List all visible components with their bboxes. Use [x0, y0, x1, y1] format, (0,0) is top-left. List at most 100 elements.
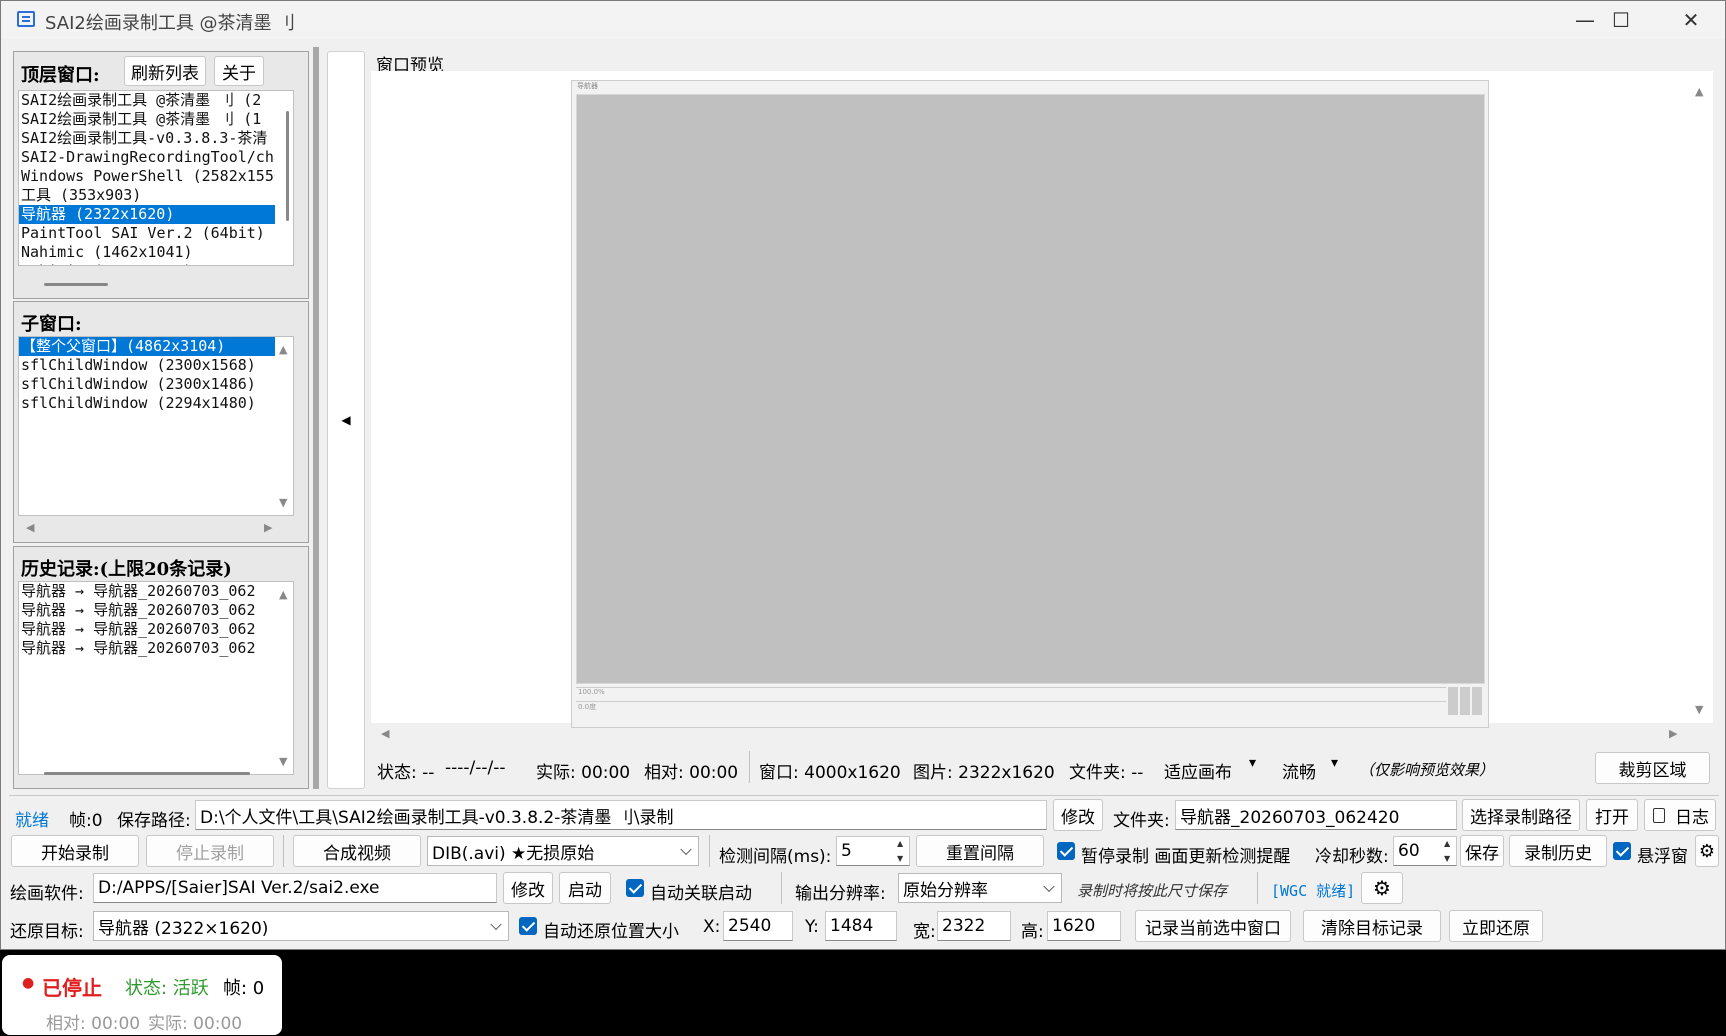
fit-mode-select[interactable]: 适应画布: [1164, 758, 1232, 783]
fit-dropdown-icon[interactable]: ▾: [1249, 755, 1256, 771]
close-button[interactable]: ✕: [1655, 1, 1726, 39]
image-size: 图片: 2322x1620: [913, 763, 1055, 783]
list-item[interactable]: PaintTool SAI Ver.2 (64bit) P: [19, 224, 293, 243]
width-field[interactable]: 2322: [937, 911, 1011, 941]
about-button[interactable]: 关于: [214, 56, 264, 86]
save-cooldown-button[interactable]: 保存: [1460, 835, 1504, 867]
x-label: X:: [703, 917, 721, 937]
restore-target-value: 导航器 (2322×1620): [98, 918, 269, 939]
folder-field[interactable]: 导航器_20260703_062420: [1175, 800, 1457, 830]
list-item[interactable]: sflChildWindow (2300x1486): [19, 375, 293, 394]
reset-interval-button[interactable]: 重置间隔: [916, 835, 1044, 867]
recording-history-button[interactable]: 录制历史: [1509, 835, 1607, 867]
log-button[interactable]: 日志: [1644, 799, 1716, 831]
wgc-status: [WGC 就绪]: [1271, 882, 1356, 900]
scroll-right-icon[interactable]: ▶: [264, 521, 272, 534]
auto-launch-checkbox[interactable]: [626, 879, 644, 897]
pause-checkbox[interactable]: [1057, 842, 1075, 860]
splitter[interactable]: [313, 47, 319, 789]
modify-software-button[interactable]: 修改: [503, 872, 553, 904]
stop-recording-button[interactable]: 停止录制: [146, 835, 274, 867]
auto-restore-checkbox[interactable]: [519, 917, 537, 935]
float-actual: 实际: 00:00: [148, 1014, 243, 1034]
list-item[interactable]: sflChildWindow (2294x1480): [19, 394, 293, 413]
smooth-mode-select[interactable]: 流畅: [1282, 758, 1316, 783]
list-item[interactable]: Windows PowerShell (2582x1550: [19, 167, 293, 186]
software-path-field[interactable]: D:/APPS/[Saier]SAI Ver.2/sai2.exe: [93, 873, 497, 903]
scroll-down-icon[interactable]: ▼: [279, 755, 287, 768]
child-windows-list[interactable]: 【整个父窗口】(4862x3104) sflChildWindow (2300x1…: [18, 336, 294, 516]
list-item[interactable]: 导航器 → 导航器_20260703_062: [19, 639, 293, 658]
child-list-scrollbar[interactable]: ▲ ▼: [275, 337, 293, 515]
list-item[interactable]: 导航器 (2322x1620): [19, 205, 293, 224]
list-item[interactable]: SAI2绘画录制工具 @茶清墨 刂 (2: [19, 91, 293, 110]
choose-path-button[interactable]: 选择录制路径: [1462, 799, 1580, 831]
spin-up-icon[interactable]: ▲: [897, 839, 907, 848]
preview-area[interactable]: 导航器 100.0% 0.0度 ▲ ▼: [371, 71, 1713, 728]
smooth-dropdown-icon[interactable]: ▾: [1331, 755, 1338, 771]
actual-time: 实际: 00:00: [536, 763, 631, 783]
restore-target-select[interactable]: 导航器 (2322×1620): [93, 911, 509, 941]
modify-path-button[interactable]: 修改: [1053, 799, 1103, 831]
list-item[interactable]: 导航器 → 导航器_20260703_062: [19, 620, 293, 639]
top-windows-label: 顶层窗口:: [21, 65, 100, 86]
scroll-up-icon[interactable]: ▲: [279, 343, 287, 356]
mini-toolbar: [1448, 687, 1484, 715]
top-windows-panel: 顶层窗口: 刷新列表 关于 SAI2绘画录制工具 @茶清墨 刂 (2 SAI2绘画…: [13, 51, 309, 299]
main-window: SAI2绘画录制工具 @茶清墨 刂 — ☐ ✕ 顶层窗口: 刷新列表 关于 SA…: [0, 0, 1726, 950]
record-window-button[interactable]: 记录当前选中窗口: [1135, 910, 1291, 942]
cooldown-field[interactable]: 60 ▲ ▼: [1393, 836, 1457, 866]
list-item[interactable]: SAI2-DrawingRecordingTool/cha: [19, 148, 293, 167]
top-windows-list[interactable]: SAI2绘画录制工具 @茶清墨 刂 (2 SAI2绘画录制工具 @茶清墨 刂 (1…: [18, 90, 294, 266]
spin-down-icon[interactable]: ▼: [897, 854, 907, 863]
float-window-checkbox[interactable]: [1613, 842, 1631, 860]
clear-target-button[interactable]: 清除目标记录: [1303, 910, 1441, 942]
maximize-button[interactable]: ☐: [1585, 1, 1657, 39]
list-item[interactable]: SAI2绘画录制工具-v0.3.8.3-茶清: [19, 129, 293, 148]
software-label: 绘画软件:: [10, 884, 84, 904]
refresh-list-button[interactable]: 刷新列表: [124, 56, 206, 86]
top-list-scrollbar[interactable]: [275, 91, 293, 265]
scroll-left-icon[interactable]: ◀: [26, 521, 34, 534]
launch-button[interactable]: 启动: [559, 872, 611, 904]
preview-scroll-down-icon[interactable]: ▼: [1695, 703, 1703, 716]
collapse-panel-button[interactable]: ◀: [327, 51, 365, 789]
y-field[interactable]: 1484: [825, 911, 897, 941]
save-path-field[interactable]: D:\个人文件\工具\SAI2绘画录制工具-v0.3.8.2-茶清墨 刂\录制: [195, 800, 1047, 830]
x-field[interactable]: 2540: [723, 911, 793, 941]
list-item[interactable]: 导航器 → 导航器_20260703_062: [19, 582, 293, 601]
compose-video-button[interactable]: 合成视频: [293, 835, 421, 867]
list-item[interactable]: 工具 (353x903): [19, 186, 293, 205]
gear-icon[interactable]: ⚙: [1695, 835, 1719, 867]
preview-scroll-right-icon[interactable]: ▶: [1669, 727, 1677, 740]
height-field[interactable]: 1620: [1047, 911, 1121, 941]
preview-scroll-up-icon[interactable]: ▲: [1695, 85, 1703, 98]
start-recording-button[interactable]: 开始录制: [11, 835, 139, 867]
settings-gear-icon[interactable]: ⚙: [1361, 872, 1403, 904]
spin-down-icon[interactable]: ▼: [1444, 854, 1454, 863]
open-button[interactable]: 打开: [1586, 799, 1638, 831]
list-item[interactable]: Nahimic (1462x1041): [19, 243, 293, 262]
list-item[interactable]: sflChildWindow (2300x1568): [19, 356, 293, 375]
interval-field[interactable]: 5 ▲ ▼: [836, 836, 910, 866]
history-list-scrollbar[interactable]: ▲ ▼: [275, 582, 293, 774]
history-list[interactable]: 导航器 → 导航器_20260703_062 导航器 → 导航器_20260703…: [18, 581, 294, 775]
top-list-hscrollbar[interactable]: [44, 283, 108, 286]
list-item[interactable]: Nahimic (1464x1052): [19, 262, 293, 265]
window-size: 窗口: 4000x1620: [759, 763, 901, 783]
list-item[interactable]: 导航器 → 导航器_20260703_062: [19, 601, 293, 620]
scroll-up-icon[interactable]: ▲: [279, 588, 287, 601]
crop-area-button[interactable]: 裁剪区域: [1595, 752, 1710, 784]
scroll-down-icon[interactable]: ▼: [279, 496, 287, 509]
resolution-select[interactable]: 原始分辨率: [898, 873, 1062, 903]
height-label: 高:: [1021, 922, 1044, 942]
float-status-window[interactable]: ● 已停止 状态: 活跃 帧: 0 相对: 00:00 实际: 00:00: [2, 955, 282, 1035]
list-item[interactable]: SAI2绘画录制工具 @茶清墨 刂 (1: [19, 110, 293, 129]
restore-now-button[interactable]: 立即还原: [1449, 910, 1543, 942]
spin-up-icon[interactable]: ▲: [1444, 839, 1454, 848]
preview-scroll-left-icon[interactable]: ◀: [381, 727, 389, 740]
preview-image: 导航器 100.0% 0.0度: [571, 80, 1489, 728]
list-item[interactable]: 【整个父窗口】(4862x3104): [19, 337, 293, 356]
format-select[interactable]: DIB(.avi) ★无损原始: [427, 836, 699, 866]
history-hscrollbar[interactable]: [44, 772, 250, 775]
